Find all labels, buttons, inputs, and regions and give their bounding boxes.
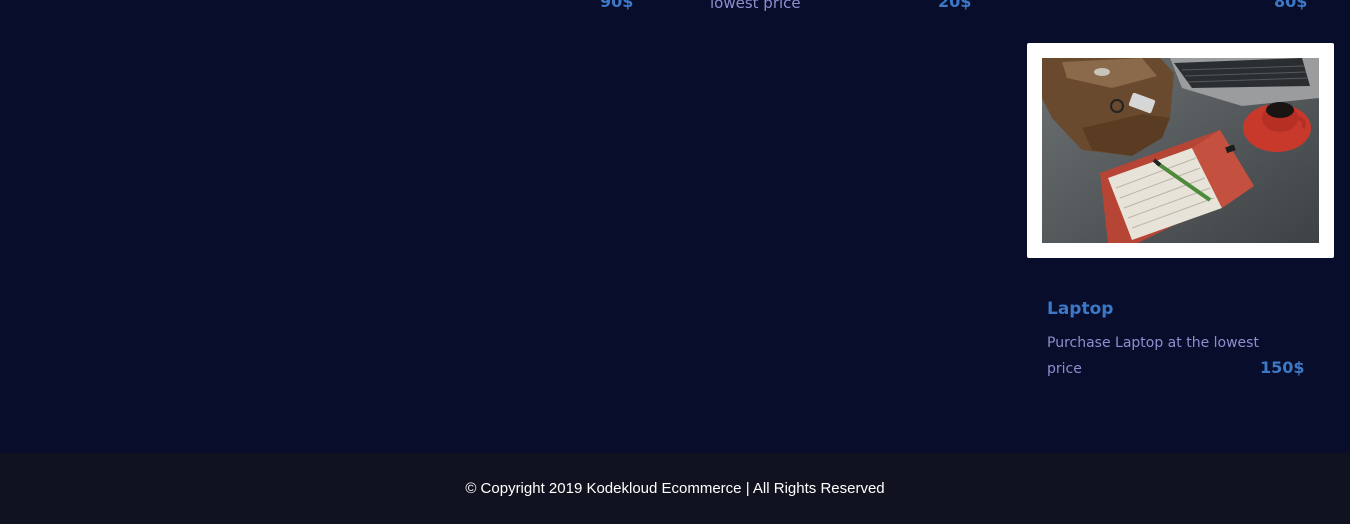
- product-price: 80$: [1274, 0, 1308, 11]
- product-title[interactable]: Laptop: [1047, 297, 1113, 321]
- product-description: Purchase Laptop at the lowest price: [1047, 335, 1259, 377]
- footer: © Copyright 2019 Kodekloud Ecommerce | A…: [0, 453, 1350, 524]
- product-price: 90$: [600, 0, 634, 11]
- product-card-image[interactable]: [1027, 43, 1334, 258]
- laptop-product-image[interactable]: [1042, 58, 1319, 243]
- product-price: 20$: [938, 0, 972, 11]
- product-description: lowest price: [710, 0, 801, 12]
- product-price: 150$: [1260, 358, 1305, 377]
- product-page: 90$ lowest price 20$ 80$ Laptop Purchase…: [0, 0, 1350, 524]
- footer-copyright: © Copyright 2019 Kodekloud Ecommerce | A…: [465, 480, 885, 497]
